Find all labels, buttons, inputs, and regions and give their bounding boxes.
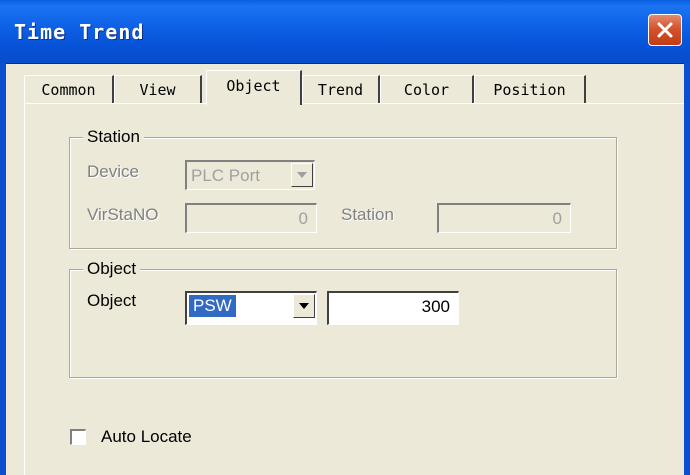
window-title: Time Trend xyxy=(14,20,145,44)
virstano-field[interactable]: 0 xyxy=(185,203,317,233)
window-frame-right xyxy=(684,63,690,475)
close-icon xyxy=(657,22,673,38)
virstano-label: VirStaNO xyxy=(87,205,159,224)
station-group-title: Station xyxy=(83,127,144,147)
object-address-field[interactable]: 300 xyxy=(327,291,459,325)
auto-locate-checkbox[interactable] xyxy=(70,429,86,445)
device-dropdown[interactable]: PLC Port xyxy=(185,160,315,190)
tab-panel-object: Station Device PLC Port VirStaNO 0 Stati… xyxy=(24,103,684,475)
device-dropdown-arrow[interactable] xyxy=(291,163,313,187)
device-label: Device xyxy=(87,162,139,181)
tab-position[interactable]: Position xyxy=(474,75,586,103)
tab-view[interactable]: View xyxy=(114,75,202,103)
object-type-value: PSW xyxy=(188,294,237,318)
object-type-dropdown[interactable]: PSW xyxy=(185,291,317,325)
auto-locate-label[interactable]: Auto Locate xyxy=(101,427,192,447)
window-frame-left xyxy=(0,63,6,475)
device-dropdown-value: PLC Port xyxy=(191,166,260,185)
tab-common[interactable]: Common xyxy=(24,75,114,103)
object-group-title: Object xyxy=(83,259,141,279)
title-bar[interactable]: Time Trend xyxy=(0,0,690,64)
object-label: Object xyxy=(87,291,137,310)
object-type-dropdown-arrow[interactable] xyxy=(293,294,315,318)
station-field[interactable]: 0 xyxy=(437,203,571,233)
chevron-down-icon xyxy=(299,303,309,309)
station-label: Station xyxy=(341,205,394,224)
tab-object[interactable]: Object xyxy=(206,70,302,105)
close-button[interactable] xyxy=(648,14,682,46)
tab-trend[interactable]: Trend xyxy=(302,75,380,103)
tab-color[interactable]: Color xyxy=(380,75,474,103)
chevron-down-icon xyxy=(297,172,307,178)
